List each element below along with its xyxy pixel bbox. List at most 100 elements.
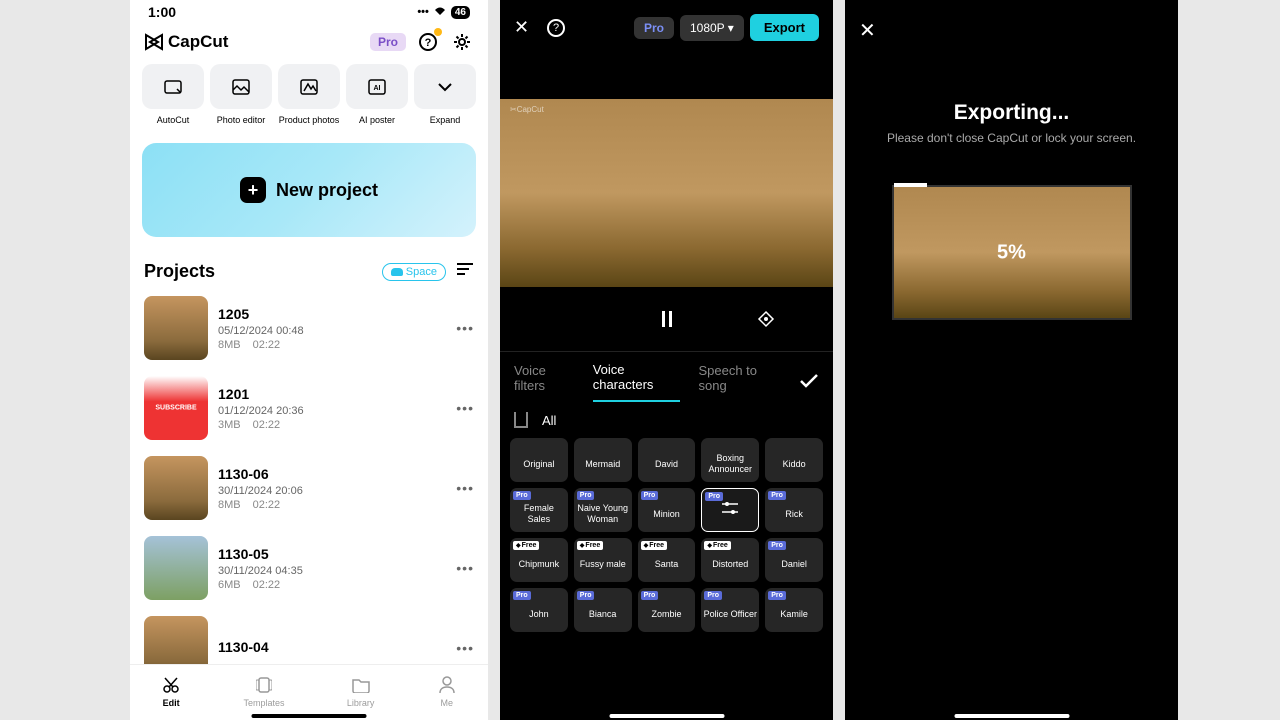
voice-item[interactable]: ProFemale Sales	[510, 488, 568, 532]
filter-all[interactable]: All	[542, 413, 556, 428]
voice-item[interactable]: ProMinion	[638, 488, 696, 532]
confirm-icon[interactable]	[799, 374, 819, 391]
free-badge: Free	[704, 541, 730, 550]
voice-item[interactable]: ProDaniel	[765, 538, 823, 582]
voice-name: Daniel	[781, 559, 807, 570]
project-item[interactable]: 1130-05 30/11/2024 04:35 6MB02:22 •••	[144, 528, 474, 608]
voice-item[interactable]: Mermaid	[574, 438, 632, 482]
voice-name: Bianca	[589, 609, 617, 620]
project-date: 01/12/2024 20:36	[218, 405, 446, 417]
nav-templates[interactable]: Templates	[244, 675, 285, 708]
status-time: 1:00	[148, 4, 176, 20]
project-item[interactable]: 1201 01/12/2024 20:36 3MB02:22 •••	[144, 368, 474, 448]
voice-item[interactable]: Pro John	[510, 588, 568, 632]
tab-voice-filters[interactable]: Voice filters	[514, 363, 575, 401]
voice-name: Kiddo	[783, 459, 806, 470]
keyframe-icon[interactable]	[757, 310, 775, 328]
project-duration: 02:22	[253, 499, 281, 511]
project-list: 1205 05/12/2024 00:48 8MB02:22 ••• 1201 …	[130, 288, 488, 688]
resolution-button[interactable]: 1080P ▾	[680, 15, 744, 41]
projects-header: Projects Space	[130, 255, 488, 288]
voice-item[interactable]: ProZombie	[638, 588, 696, 632]
bookmark-icon[interactable]	[514, 412, 528, 428]
help-icon[interactable]: ?	[416, 30, 440, 54]
voice-item[interactable]: Pro Bianca	[574, 588, 632, 632]
voice-name: Rick	[785, 509, 803, 520]
more-icon[interactable]: •••	[456, 320, 474, 336]
voice-name: John	[529, 609, 549, 620]
nav-me[interactable]: Me	[437, 675, 457, 708]
voice-item[interactable]: Original	[510, 438, 568, 482]
project-item[interactable]: 1205 05/12/2024 00:48 8MB02:22 •••	[144, 288, 474, 368]
pause-button[interactable]	[662, 311, 672, 327]
voice-item[interactable]: Kiddo	[765, 438, 823, 482]
settings-icon[interactable]	[450, 30, 474, 54]
more-icon[interactable]: •••	[456, 640, 474, 656]
voice-name: David	[655, 459, 678, 470]
project-item[interactable]: 1130-06 30/11/2024 20:06 8MB02:22 •••	[144, 448, 474, 528]
tab-voice-characters[interactable]: Voice characters	[593, 362, 681, 402]
more-icon[interactable]: •••	[456, 480, 474, 496]
free-badge: Free	[641, 541, 667, 550]
close-icon[interactable]: ✕	[514, 17, 529, 38]
help-icon[interactable]: ?	[547, 19, 565, 37]
nav-library[interactable]: Library	[347, 675, 375, 708]
voice-item[interactable]: FreeDistorted	[701, 538, 759, 582]
tool-autocut[interactable]: AutoCut	[142, 64, 204, 125]
space-button[interactable]: Space	[382, 263, 446, 281]
new-project-button[interactable]: + New project	[142, 143, 476, 237]
wifi-icon	[433, 6, 447, 19]
tool-photo-editor[interactable]: Photo editor	[210, 64, 272, 125]
pro-badge[interactable]: Pro	[370, 33, 406, 51]
project-size: 3MB	[218, 419, 241, 431]
voice-item[interactable]: ProPolice Officer	[701, 588, 759, 632]
more-icon[interactable]: •••	[456, 560, 474, 576]
voice-item[interactable]: FreeSanta	[638, 538, 696, 582]
voice-item[interactable]: ProRick	[765, 488, 823, 532]
export-button[interactable]: Export	[750, 14, 819, 41]
tool-product-photos[interactable]: Product photos	[278, 64, 340, 125]
voice-item[interactable]: Pro Kamile	[765, 588, 823, 632]
playback-controls	[500, 287, 833, 351]
pro-badge: Pro	[577, 491, 595, 500]
tool-expand[interactable]: Expand	[414, 64, 476, 125]
battery-icon: 46	[451, 6, 470, 19]
pro-badge: Pro	[577, 591, 595, 600]
voice-name: Female Sales	[512, 503, 566, 525]
svg-text:AI: AI	[374, 85, 381, 92]
voice-item[interactable]: David	[638, 438, 696, 482]
voice-item[interactable]: Pro Naive Young Woman	[574, 488, 632, 532]
project-duration: 02:22	[253, 419, 281, 431]
cloud-icon	[391, 268, 403, 276]
nav-edit[interactable]: Edit	[161, 675, 181, 708]
pro-badge[interactable]: Pro	[634, 17, 674, 39]
voice-name: Kamile	[780, 609, 808, 620]
chevron-down-icon	[414, 64, 476, 109]
voice-name: Minion	[653, 509, 680, 520]
home-screen: 1:00 ••• 46 CapCut Pro ?	[130, 0, 488, 720]
voice-item[interactable]: Boxing Announcer	[701, 438, 759, 482]
video-preview[interactable]: ✂CapCut	[500, 99, 833, 287]
project-size: 8MB	[218, 339, 241, 351]
filter-icon[interactable]	[456, 262, 474, 281]
project-name: 1205	[218, 306, 446, 322]
voice-item[interactable]: FreeFussy male	[574, 538, 632, 582]
tool-ai-poster[interactable]: AI AI poster	[346, 64, 408, 125]
home-indicator	[954, 714, 1069, 718]
logo-mark-icon	[144, 33, 164, 51]
home-indicator	[609, 714, 724, 718]
tab-speech-to-song[interactable]: Speech to song	[698, 363, 781, 401]
voice-item[interactable]: FreeChipmunk	[510, 538, 568, 582]
project-duration: 02:22	[253, 579, 281, 591]
pro-badge: Pro	[513, 591, 531, 600]
voice-item[interactable]: Pro	[701, 488, 759, 532]
voice-name: Chipmunk	[519, 559, 560, 570]
svg-text:?: ?	[425, 37, 432, 49]
pro-badge: Pro	[768, 591, 786, 600]
free-badge: Free	[577, 541, 603, 550]
project-thumbnail	[144, 296, 208, 360]
voice-name: Naive Young Woman	[576, 503, 630, 525]
pro-badge: Pro	[641, 591, 659, 600]
close-icon[interactable]: ✕	[859, 20, 876, 42]
more-icon[interactable]: •••	[456, 400, 474, 416]
